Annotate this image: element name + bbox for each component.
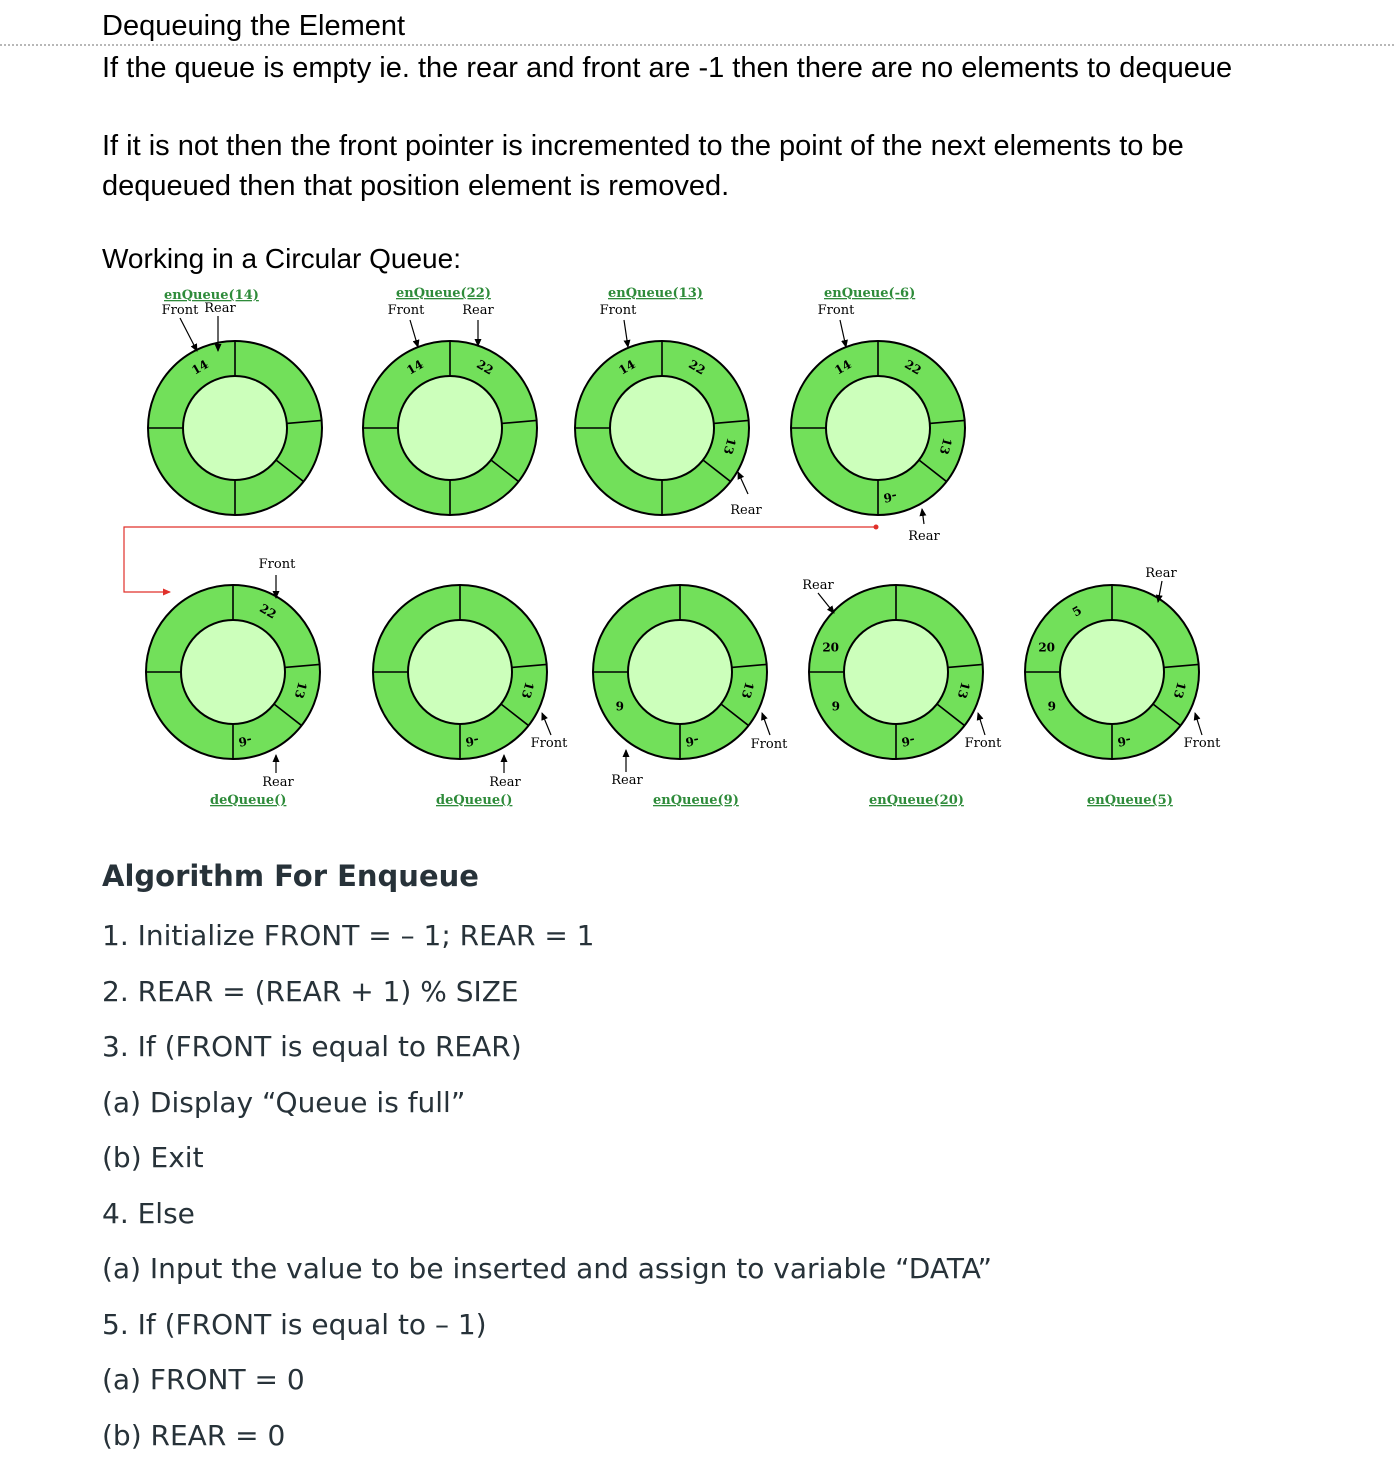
algorithm-steps: 1. Initialize FRONT = – 1; REAR = 1 2. R…: [102, 908, 992, 1463]
front-label: Front: [965, 736, 1002, 751]
front-pointer-arrow: [762, 713, 770, 735]
slot-value: -6: [237, 733, 253, 749]
queue-hub: [398, 376, 502, 480]
queue-state: 1422FrontRearenQueue(22): [363, 286, 537, 515]
queue-state: 142213FrontRearenQueue(13): [575, 286, 763, 518]
algorithm-step: 2. REAR = (REAR + 1) % SIZE: [102, 964, 992, 1020]
front-label: Front: [818, 303, 855, 318]
queue-state: 14FrontRearenQueue(14): [148, 288, 322, 515]
rear-label: Rear: [908, 529, 940, 544]
front-pointer-arrow: [542, 713, 551, 735]
queue-state: 513-6920FrontRearenQueue(5): [1025, 566, 1221, 808]
slot-value: -6: [900, 733, 916, 749]
rear-label: Rear: [489, 775, 521, 790]
algorithm-title: Algorithm For Enqueue: [102, 856, 479, 896]
section-divider: [0, 44, 1394, 46]
slot-value: -6: [464, 733, 480, 749]
queue-hub: [1060, 620, 1164, 724]
rear-pointer-arrow: [818, 593, 834, 613]
circular-queue-diagram: 14FrontRearenQueue(14)1422FrontRearenQue…: [0, 280, 1394, 820]
front-label: Front: [600, 303, 637, 318]
front-label: Front: [388, 303, 425, 318]
algorithm-step: (a) Display “Queue is full”: [102, 1075, 992, 1131]
algorithm-step: (b) REAR = 0: [102, 1408, 992, 1463]
slot-value: 20: [1038, 641, 1055, 655]
slot-value: -6: [1116, 733, 1132, 749]
slot-value: 9: [616, 699, 624, 713]
algorithm-step: (b) Exit: [102, 1130, 992, 1186]
queue-hub: [408, 620, 512, 724]
rear-label: Rear: [262, 775, 294, 790]
section-heading: Dequeuing the Element: [102, 8, 405, 44]
queue-state: 142213-6FrontRearenQueue(-6): [791, 286, 965, 544]
front-label: Front: [162, 303, 199, 318]
rear-label: Rear: [204, 301, 236, 316]
algorithm-step: 3. If (FRONT is equal to REAR): [102, 1019, 992, 1075]
operation-label: enQueue(22): [396, 286, 491, 301]
queue-state: 2213-6FrontReardeQueue(): [146, 557, 320, 808]
front-label: Front: [751, 737, 788, 752]
operation-label: enQueue(14): [164, 288, 259, 303]
rear-label: Rear: [462, 303, 494, 318]
rear-label: Rear: [802, 578, 834, 593]
queue-state: 13-6FrontReardeQueue(): [373, 585, 568, 808]
queue-hub: [181, 620, 285, 724]
rear-label: Rear: [1145, 566, 1177, 581]
front-pointer-arrow: [624, 320, 628, 347]
operation-label: enQueue(9): [653, 793, 739, 808]
operation-label: deQueue(): [436, 793, 512, 808]
operation-label: enQueue(13): [608, 286, 703, 301]
slot-value: 9: [1048, 699, 1056, 713]
operation-label: enQueue(5): [1087, 793, 1173, 808]
front-pointer-arrow: [1195, 713, 1202, 735]
algorithm-step: 1. Initialize FRONT = – 1; REAR = 1: [102, 908, 992, 964]
algorithm-step: (a) Input the value to be inserted and a…: [102, 1241, 992, 1297]
queue-hub: [826, 376, 930, 480]
slot-value: 9: [832, 699, 840, 713]
diagram-heading: Working in a Circular Queue:: [102, 240, 461, 278]
slot-value: -6: [684, 733, 700, 749]
algorithm-step: 4. Else: [102, 1186, 992, 1242]
slot-value: -6: [882, 489, 898, 505]
flow-connector-dot: [874, 525, 879, 530]
front-label: Front: [1184, 736, 1221, 751]
front-pointer-arrow: [180, 318, 197, 351]
front-pointer-arrow: [978, 713, 985, 735]
queue-hub: [183, 376, 287, 480]
queue-hub: [628, 620, 732, 724]
rear-label: Rear: [611, 773, 643, 788]
queue-hub: [610, 376, 714, 480]
front-pointer-arrow: [410, 320, 418, 347]
algorithm-step: 5. If (FRONT is equal to – 1): [102, 1297, 992, 1353]
paragraph-front-increment: If it is not then the front pointer is i…: [102, 126, 1282, 206]
queue-hub: [844, 620, 948, 724]
operation-label: enQueue(-6): [824, 286, 915, 301]
front-label: Front: [259, 557, 296, 572]
flow-connector-arrow: [124, 527, 876, 592]
queue-state: 13-69FrontRearenQueue(9): [593, 585, 788, 808]
front-label: Front: [531, 736, 568, 751]
operation-label: enQueue(20): [869, 793, 964, 808]
rear-label: Rear: [730, 503, 762, 518]
front-pointer-arrow: [840, 320, 846, 347]
rear-pointer-arrow: [738, 472, 748, 494]
operation-label: deQueue(): [210, 793, 286, 808]
algorithm-step: (a) FRONT = 0: [102, 1352, 992, 1408]
slot-value: 20: [822, 641, 839, 655]
rear-pointer-arrow: [922, 509, 924, 524]
queue-state: 13-6920FrontRearenQueue(20): [802, 578, 1002, 808]
paragraph-empty-queue: If the queue is empty ie. the rear and f…: [102, 48, 1282, 88]
